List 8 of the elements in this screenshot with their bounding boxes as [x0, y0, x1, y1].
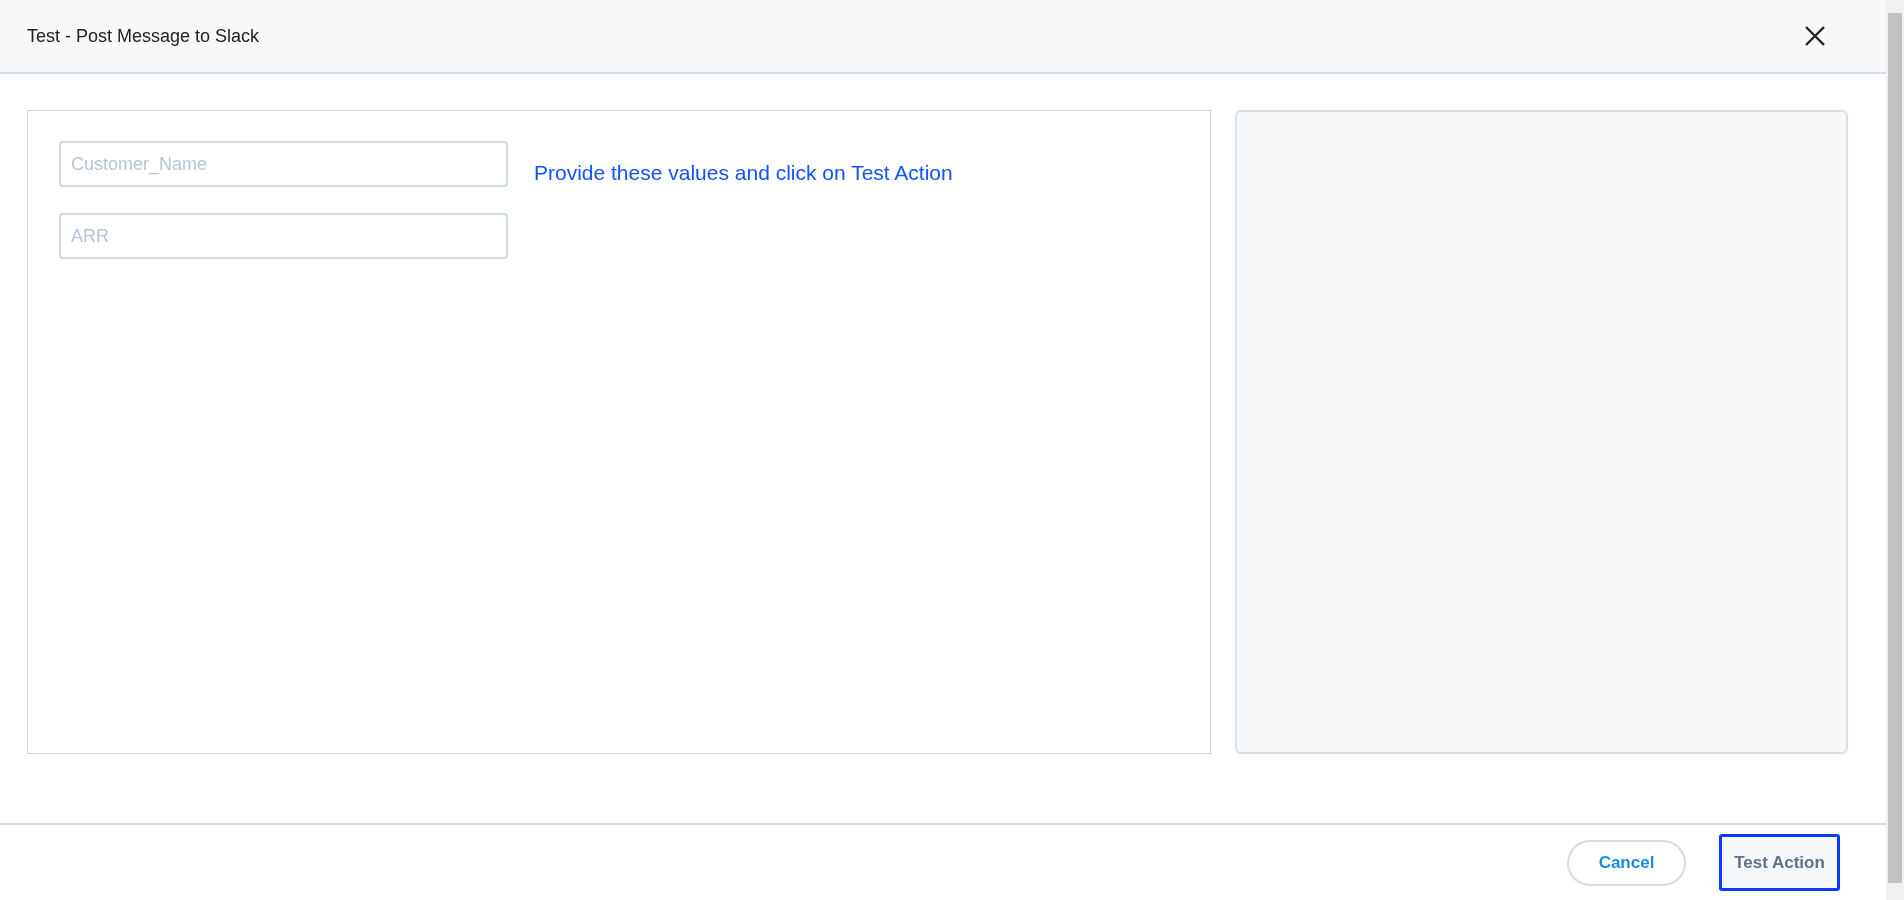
test-action-button[interactable]: Test Action	[1719, 834, 1840, 891]
dialog-title: Test - Post Message to Slack	[27, 25, 260, 47]
cancel-button[interactable]: Cancel	[1567, 839, 1686, 886]
input-field[interactable]: Customer_Name	[59, 141, 508, 187]
hint-text: Provide these values and click on Test Action	[534, 161, 953, 186]
scrollbar[interactable]	[1886, 0, 1904, 900]
close-icon[interactable]	[1804, 25, 1826, 47]
input-field[interactable]: ARR	[59, 213, 508, 259]
